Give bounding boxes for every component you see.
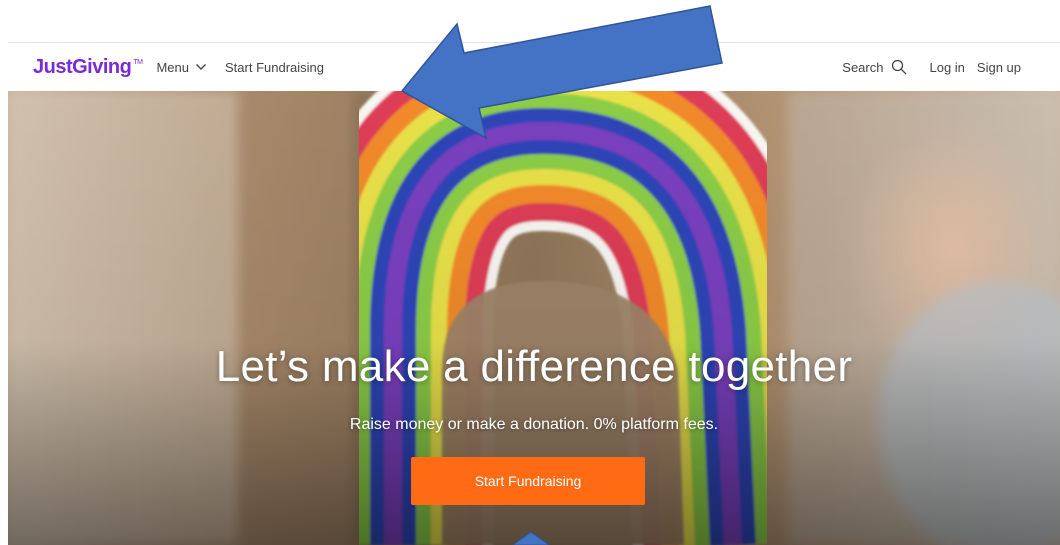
start-fundraising-nav-link[interactable]: Start Fundraising <box>225 60 324 75</box>
top-whitespace <box>0 0 1060 42</box>
nav-right-group: Search Log in Sign up <box>842 59 1021 75</box>
search-icon <box>892 59 907 75</box>
chevron-down-icon <box>196 64 206 70</box>
signup-link[interactable]: Sign up <box>977 60 1021 75</box>
hero-title: Let’s make a difference together <box>215 342 853 391</box>
start-fundraising-cta-button[interactable]: Start Fundraising <box>411 457 645 505</box>
start-fundraising-nav-label: Start Fundraising <box>225 59 324 75</box>
top-navbar: JustGiving TM Menu Start Fundraising Sea… <box>8 43 1060 91</box>
hero-section: Let’s make a difference together Raise m… <box>8 91 1060 545</box>
logo-text: JustGiving <box>33 55 132 78</box>
page: JustGiving TM Menu Start Fundraising Sea… <box>0 0 1060 545</box>
login-link[interactable]: Log in <box>929 60 964 75</box>
menu-label: Menu <box>156 59 189 75</box>
signup-label: Sign up <box>976 59 1021 75</box>
logo-trademark: TM <box>133 58 143 66</box>
menu-dropdown[interactable]: Menu <box>156 60 207 75</box>
hero-subtitle: Raise money or make a donation. 0% platf… <box>349 416 719 433</box>
justgiving-logo[interactable]: JustGiving TM <box>33 55 143 79</box>
search-label: Search <box>842 59 884 75</box>
search-button[interactable]: Search <box>842 59 907 75</box>
login-label: Log in <box>929 59 965 75</box>
